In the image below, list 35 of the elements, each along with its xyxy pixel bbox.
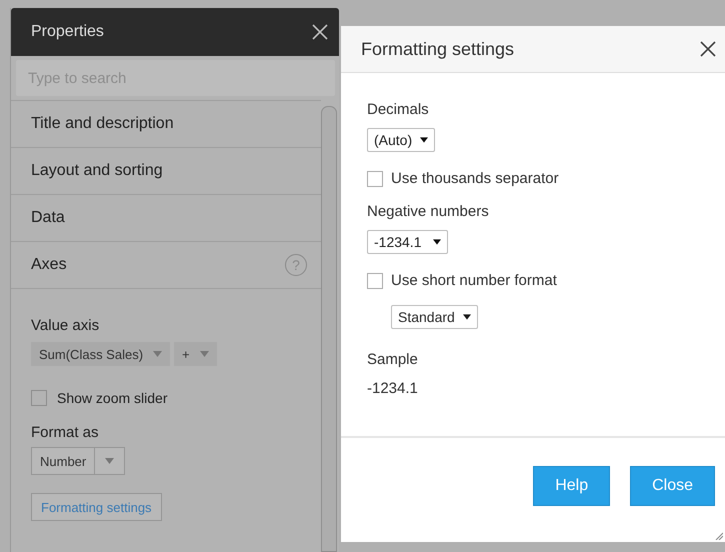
section-title: Data — [31, 209, 65, 227]
number-format-dropdown[interactable]: Standard — [391, 305, 478, 329]
caret-icon — [433, 239, 442, 245]
checkbox-label: Use short number format — [391, 272, 557, 289]
checkbox[interactable] — [31, 390, 47, 406]
scrollbar[interactable] — [321, 106, 337, 552]
checkbox[interactable] — [367, 272, 383, 288]
section-title: Axes — [31, 256, 67, 274]
checkbox-label: Use thousands separator — [391, 170, 559, 187]
decimals-label: Decimals — [367, 101, 429, 118]
checkbox[interactable] — [367, 170, 383, 186]
caret-icon — [200, 351, 209, 357]
measure-dropdown[interactable]: Sum(Class Sales) — [31, 342, 170, 366]
close-icon[interactable] — [699, 40, 717, 58]
sample-value: -1234.1 — [367, 380, 418, 397]
format-dropdown[interactable]: Number — [31, 447, 126, 475]
caret-icon — [153, 351, 162, 357]
add-dropdown[interactable]: + — [174, 342, 217, 366]
close-icon[interactable] — [311, 23, 329, 41]
panel-title: Properties — [31, 23, 104, 41]
resize-grip-icon[interactable] — [715, 532, 723, 540]
section-header[interactable]: Title and description — [11, 100, 321, 148]
caret-icon — [105, 458, 114, 464]
checkbox-label: Show zoom slider — [57, 390, 168, 406]
sample-label: Sample — [367, 351, 418, 368]
caret-icon — [462, 314, 471, 320]
format-label: Format as — [31, 424, 99, 441]
negative-numbers-label: Negative numbers — [367, 203, 489, 220]
dialog-title: Formatting settings — [361, 38, 514, 60]
caret-icon — [420, 137, 428, 143]
section-title: Title and description — [31, 115, 174, 133]
section-title: Layout and sorting — [31, 162, 163, 180]
decimals-dropdown[interactable]: (Auto) — [367, 128, 436, 152]
value-axis-label: Value axis — [31, 317, 100, 334]
negative-numbers-dropdown[interactable]: -1234.1 — [367, 230, 448, 254]
